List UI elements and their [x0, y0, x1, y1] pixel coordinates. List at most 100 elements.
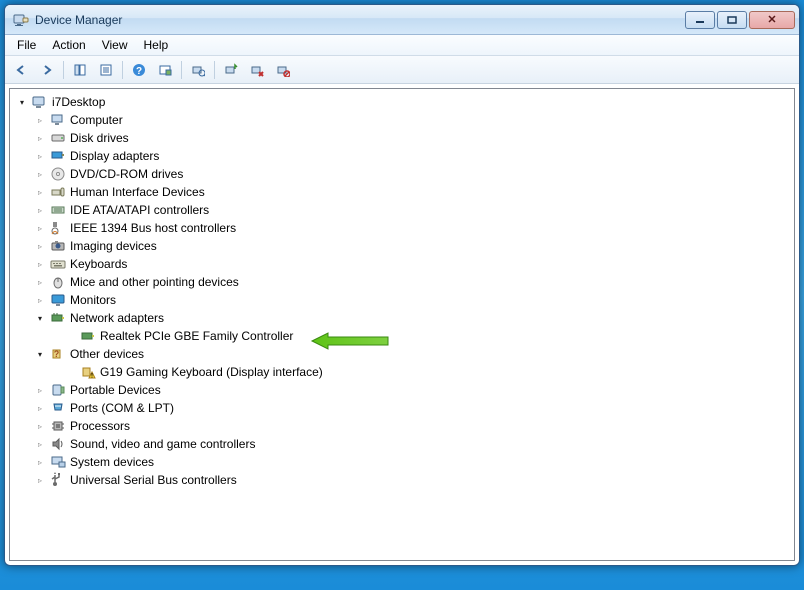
expand-toggle-icon[interactable] — [34, 348, 46, 360]
update-driver-button[interactable] — [219, 59, 243, 81]
tree-label: System devices — [70, 455, 154, 469]
tree-node-keyboards[interactable]: Keyboards — [12, 255, 792, 273]
expand-toggle-icon[interactable] — [34, 474, 46, 486]
tree-node-realtek-nic[interactable]: Realtek PCIe GBE Family Controller — [12, 327, 792, 345]
menu-action[interactable]: Action — [44, 36, 93, 54]
toolbar-separator — [122, 61, 123, 79]
expand-toggle-icon[interactable] — [34, 456, 46, 468]
uninstall-button[interactable] — [245, 59, 269, 81]
tree-label: Monitors — [70, 293, 116, 307]
help-button[interactable]: ? — [127, 59, 151, 81]
hid-icon — [50, 184, 66, 200]
ieee1394-icon — [50, 220, 66, 236]
expand-toggle-icon[interactable] — [34, 168, 46, 180]
expand-toggle-icon[interactable] — [34, 258, 46, 270]
expand-toggle-icon[interactable] — [34, 384, 46, 396]
disable-button[interactable] — [271, 59, 295, 81]
tree-node-ide[interactable]: IDE ATA/ATAPI controllers — [12, 201, 792, 219]
device-tree: i7Desktop Computer Disk drives Display a… — [10, 89, 794, 493]
tree-label: Keyboards — [70, 257, 127, 271]
forward-button[interactable] — [35, 59, 59, 81]
menu-view[interactable]: View — [94, 36, 136, 54]
expand-toggle-icon[interactable] — [34, 438, 46, 450]
expand-toggle-icon[interactable] — [34, 402, 46, 414]
maximize-button[interactable] — [717, 11, 747, 29]
minimize-button[interactable] — [685, 11, 715, 29]
imaging-icon — [50, 238, 66, 254]
scan-hardware-button[interactable] — [186, 59, 210, 81]
expand-toggle-icon[interactable] — [34, 204, 46, 216]
computer-icon — [50, 112, 66, 128]
tree-node-processors[interactable]: Processors — [12, 417, 792, 435]
tree-label: Ports (COM & LPT) — [70, 401, 174, 415]
monitor-icon — [50, 292, 66, 308]
tree-label: Processors — [70, 419, 130, 433]
device-manager-icon — [13, 12, 29, 28]
keyboard-icon — [50, 256, 66, 272]
tree-node-computer[interactable]: Computer — [12, 111, 792, 129]
tree-label: Network adapters — [70, 311, 164, 325]
properties-button[interactable] — [94, 59, 118, 81]
tree-node-sound[interactable]: Sound, video and game controllers — [12, 435, 792, 453]
expand-toggle-icon[interactable] — [34, 114, 46, 126]
toolbar: ? — [5, 56, 799, 84]
show-hide-console-tree-button[interactable] — [68, 59, 92, 81]
tree-node-network-adapters[interactable]: Network adapters — [12, 309, 792, 327]
tree-label: i7Desktop — [52, 95, 105, 109]
expand-toggle-icon[interactable] — [34, 312, 46, 324]
device-tree-panel[interactable]: i7Desktop Computer Disk drives Display a… — [9, 88, 795, 561]
tree-node-imaging[interactable]: Imaging devices — [12, 237, 792, 255]
tree-node-ports[interactable]: Ports (COM & LPT) — [12, 399, 792, 417]
titlebar[interactable]: Device Manager ✕ — [5, 5, 799, 35]
tree-label: Portable Devices — [70, 383, 161, 397]
warning-device-icon: ! — [80, 364, 96, 380]
tree-label: Disk drives — [70, 131, 129, 145]
tree-node-portable[interactable]: Portable Devices — [12, 381, 792, 399]
expand-toggle-icon[interactable] — [34, 276, 46, 288]
action-button[interactable] — [153, 59, 177, 81]
network-adapter-icon — [80, 328, 96, 344]
menubar: File Action View Help — [5, 35, 799, 56]
expand-toggle-icon[interactable] — [34, 222, 46, 234]
back-button[interactable] — [9, 59, 33, 81]
system-device-icon — [50, 454, 66, 470]
dvd-icon — [50, 166, 66, 182]
network-adapter-icon — [50, 310, 66, 326]
tree-node-system[interactable]: System devices — [12, 453, 792, 471]
tree-node-ieee1394[interactable]: IEEE 1394 Bus host controllers — [12, 219, 792, 237]
tree-label: Sound, video and game controllers — [70, 437, 255, 451]
ide-icon — [50, 202, 66, 218]
tree-node-monitors[interactable]: Monitors — [12, 291, 792, 309]
tree-node-mice[interactable]: Mice and other pointing devices — [12, 273, 792, 291]
tree-label: Human Interface Devices — [70, 185, 205, 199]
mouse-icon — [50, 274, 66, 290]
processor-icon — [50, 418, 66, 434]
device-manager-window: Device Manager ✕ File Action View Help ? — [4, 4, 800, 566]
tree-node-root[interactable]: i7Desktop — [12, 93, 792, 111]
menu-file[interactable]: File — [9, 36, 44, 54]
svg-text:?: ? — [54, 349, 60, 359]
expand-toggle-icon[interactable] — [34, 240, 46, 252]
tree-node-usb[interactable]: Universal Serial Bus controllers — [12, 471, 792, 489]
svg-text:!: ! — [91, 374, 93, 380]
tree-node-other-devices[interactable]: ? Other devices — [12, 345, 792, 363]
tree-node-g19-keyboard[interactable]: ! G19 Gaming Keyboard (Display interface… — [12, 363, 792, 381]
expand-toggle-icon[interactable] — [34, 132, 46, 144]
disk-icon — [50, 130, 66, 146]
display-adapter-icon — [50, 148, 66, 164]
tree-node-display-adapters[interactable]: Display adapters — [12, 147, 792, 165]
tree-node-hid[interactable]: Human Interface Devices — [12, 183, 792, 201]
tree-node-disk-drives[interactable]: Disk drives — [12, 129, 792, 147]
expand-toggle-icon[interactable] — [16, 96, 28, 108]
expand-toggle-icon[interactable] — [34, 186, 46, 198]
tree-node-dvd[interactable]: DVD/CD-ROM drives — [12, 165, 792, 183]
expand-toggle-icon[interactable] — [34, 150, 46, 162]
expand-toggle-icon[interactable] — [34, 294, 46, 306]
svg-text:?: ? — [136, 66, 142, 77]
close-button[interactable]: ✕ — [749, 11, 795, 29]
tree-label: Computer — [70, 113, 123, 127]
menu-help[interactable]: Help — [136, 36, 177, 54]
other-devices-icon: ? — [50, 346, 66, 362]
expand-toggle-icon[interactable] — [34, 420, 46, 432]
tree-label: Display adapters — [70, 149, 159, 163]
